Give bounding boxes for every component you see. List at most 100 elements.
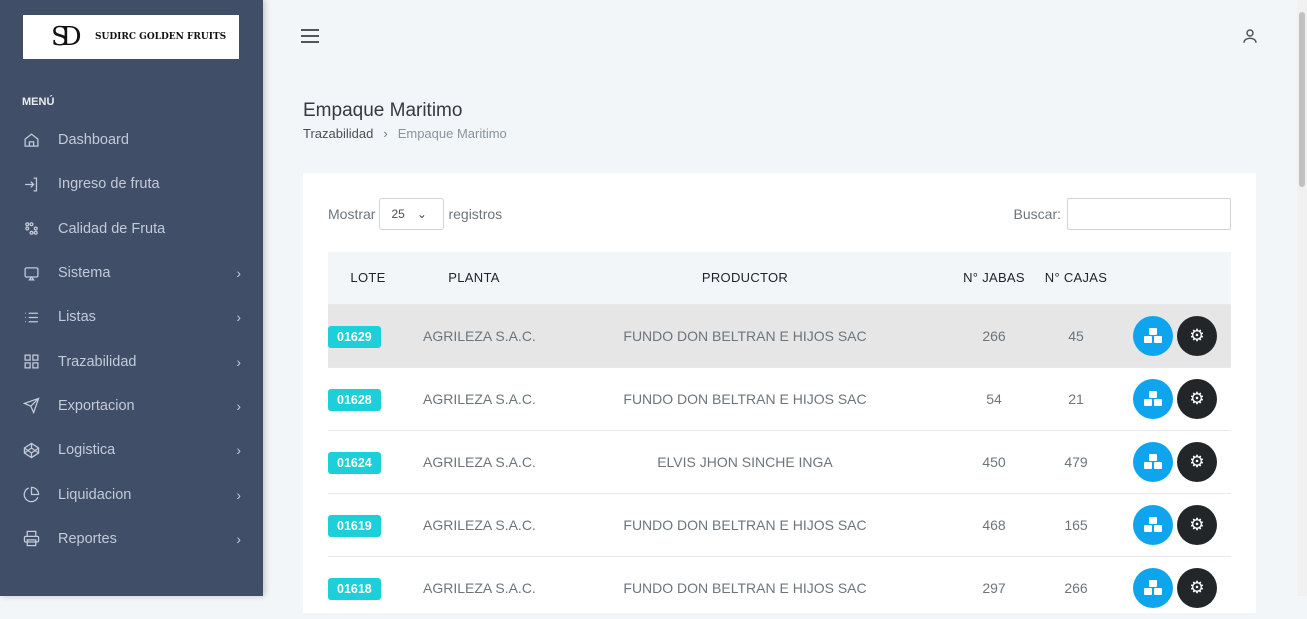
planta-cell: AGRILEZA S.A.C. — [408, 555, 540, 619]
productor-cell: FUNDO DON BELTRAN E HIJOS SAC — [540, 303, 950, 367]
breadcrumb-separator-icon: › — [383, 126, 388, 141]
send-icon — [22, 397, 40, 415]
page-size-select[interactable]: 25 ⌄ — [379, 198, 445, 230]
logo-text: SUDIRC GOLDEN FRUITS — [95, 32, 227, 42]
page-size-value: 25 — [391, 207, 405, 221]
productor-cell: FUNDO DON BELTRAN E HIJOS SAC — [540, 366, 950, 430]
column-header[interactable]: PRODUCTOR — [540, 252, 950, 304]
chevron-right-icon: › — [236, 265, 241, 282]
cajas-cell: 21 — [1038, 366, 1114, 430]
sidebar-item-label: Liquidacion — [58, 486, 132, 503]
chevron-down-icon: ⌄ — [416, 207, 427, 221]
gear-icon: ⚙ — [1189, 577, 1205, 597]
gear-icon: ⚙ — [1189, 325, 1205, 345]
sidebar-item-reportes[interactable]: Reportes › — [0, 517, 263, 561]
boxes-button[interactable] — [1133, 378, 1173, 419]
chevron-right-icon: › — [236, 530, 241, 547]
jabas-cell: 266 — [950, 303, 1038, 367]
column-header[interactable]: PLANTA — [408, 252, 540, 304]
sidebar-item-dashboard[interactable]: Dashboard — [0, 118, 263, 162]
sidebar-item-trazabilidad[interactable]: Trazabilidad › — [0, 339, 263, 383]
sidebar-item-label: Calidad de Fruta — [58, 220, 166, 237]
productor-cell: ELVIS JHON SINCHE INGA — [540, 429, 950, 493]
records-label: registros — [448, 206, 503, 222]
cajas-cell: 45 — [1038, 303, 1114, 367]
column-header[interactable]: N° JABAS — [950, 252, 1038, 304]
breadcrumb: Trazabilidad › Empaque Maritimo — [303, 126, 507, 141]
boxes-icon — [1144, 327, 1162, 343]
hamburger-menu-icon[interactable] — [301, 29, 319, 47]
sidebar-item-sistema[interactable]: Sistema › — [0, 251, 263, 295]
gear-icon: ⚙ — [1189, 388, 1205, 408]
jabas-cell: 297 — [950, 555, 1038, 619]
table-row[interactable]: 01629 AGRILEZA S.A.C. FUNDO DON BELTRAN … — [328, 303, 1231, 367]
menu-title: MENÚ — [22, 96, 55, 108]
settings-button[interactable]: ⚙ — [1177, 504, 1217, 545]
printer-icon — [22, 530, 40, 548]
column-header[interactable]: N° CAJAS — [1038, 252, 1114, 304]
sidebar-item-label: Listas — [58, 309, 96, 326]
logo-mark: SD — [51, 22, 82, 52]
table-card: Mostrar 25 ⌄ registros Buscar: LOTE PLANTA… — [303, 173, 1256, 619]
table-row[interactable]: 01618 AGRILEZA S.A.C. FUNDO DON BELTRAN … — [328, 555, 1231, 619]
search-input[interactable] — [1067, 198, 1231, 230]
boxes-button[interactable] — [1133, 441, 1173, 482]
chevron-right-icon: › — [236, 442, 241, 459]
settings-button[interactable]: ⚙ — [1177, 378, 1217, 419]
jabas-cell: 450 — [950, 429, 1038, 493]
cajas-cell: 165 — [1038, 492, 1114, 556]
boxes-button[interactable] — [1133, 504, 1173, 545]
planta-cell: AGRILEZA S.A.C. — [408, 366, 540, 430]
chevron-right-icon: › — [236, 486, 241, 503]
column-header[interactable] — [1114, 252, 1231, 304]
table-header: LOTE PLANTA PRODUCTOR N° JABAS N° CAJAS — [328, 252, 1231, 304]
page-size-control: Mostrar 25 ⌄ registros — [328, 198, 502, 230]
sidebar-item-calidad-de-fruta[interactable]: Calidad de Fruta — [0, 207, 263, 251]
productor-cell: FUNDO DON BELTRAN E HIJOS SAC — [540, 555, 950, 619]
sidebar-nav: Dashboard Ingreso de fruta Calidad de Frut… — [0, 118, 263, 561]
scrollbar-thumb[interactable] — [1299, 12, 1305, 187]
gear-icon: ⚙ — [1189, 451, 1205, 471]
user-icon[interactable] — [1241, 27, 1259, 50]
chevron-right-icon: › — [236, 397, 241, 414]
sidebar-item-logistica[interactable]: Logistica › — [0, 428, 263, 472]
logo[interactable]: SD SUDIRC GOLDEN FRUITS — [23, 15, 239, 59]
login-icon — [22, 175, 40, 193]
sidebar-item-listas[interactable]: Listas › — [0, 295, 263, 339]
settings-button[interactable]: ⚙ — [1177, 315, 1217, 356]
sidebar-item-ingreso-de-fruta[interactable]: Ingreso de fruta — [0, 162, 263, 206]
lote-badge[interactable]: 01619 — [328, 514, 381, 537]
lote-badge[interactable]: 01629 — [328, 325, 381, 348]
sidebar-item-exportacion[interactable]: Exportacion › — [0, 384, 263, 428]
show-label: Mostrar — [328, 206, 376, 222]
table-row[interactable]: 01619 AGRILEZA S.A.C. FUNDO DON BELTRAN … — [328, 492, 1231, 556]
sidebar-item-label: Dashboard — [58, 132, 129, 149]
lote-badge[interactable]: 01628 — [328, 388, 381, 411]
chevron-right-icon: › — [236, 309, 241, 326]
column-header[interactable]: LOTE — [328, 252, 408, 304]
sidebar-item-label: Sistema — [58, 265, 111, 282]
sidebar-item-label: Ingreso de fruta — [58, 176, 160, 193]
productor-cell: FUNDO DON BELTRAN E HIJOS SAC — [540, 492, 950, 556]
settings-button[interactable]: ⚙ — [1177, 441, 1217, 482]
sidebar-item-label: Reportes — [58, 530, 117, 547]
table-row[interactable]: 01628 AGRILEZA S.A.C. FUNDO DON BELTRAN … — [328, 366, 1231, 430]
breadcrumb-item[interactable]: Trazabilidad — [303, 126, 373, 141]
planta-cell: AGRILEZA S.A.C. — [408, 429, 540, 493]
sidebar-item-label: Trazabilidad — [58, 353, 137, 370]
scrollbar[interactable] — [1297, 0, 1307, 596]
sidebar-item-label: Exportacion — [58, 397, 135, 414]
sidebar-item-liquidacion[interactable]: Liquidacion › — [0, 472, 263, 516]
jabas-cell: 54 — [950, 366, 1038, 430]
chevron-right-icon: › — [236, 353, 241, 370]
boxes-button[interactable] — [1133, 315, 1173, 356]
settings-button[interactable]: ⚙ — [1177, 567, 1217, 608]
grid-dots-icon — [22, 220, 40, 238]
gear-icon: ⚙ — [1189, 514, 1205, 534]
lote-badge[interactable]: 01618 — [328, 577, 381, 600]
lote-badge[interactable]: 01624 — [328, 451, 381, 474]
boxes-button[interactable] — [1133, 567, 1173, 608]
table-row[interactable]: 01624 AGRILEZA S.A.C. ELVIS JHON SINCHE … — [328, 429, 1231, 493]
boxes-icon — [1144, 516, 1162, 532]
codepen-icon — [22, 441, 40, 459]
